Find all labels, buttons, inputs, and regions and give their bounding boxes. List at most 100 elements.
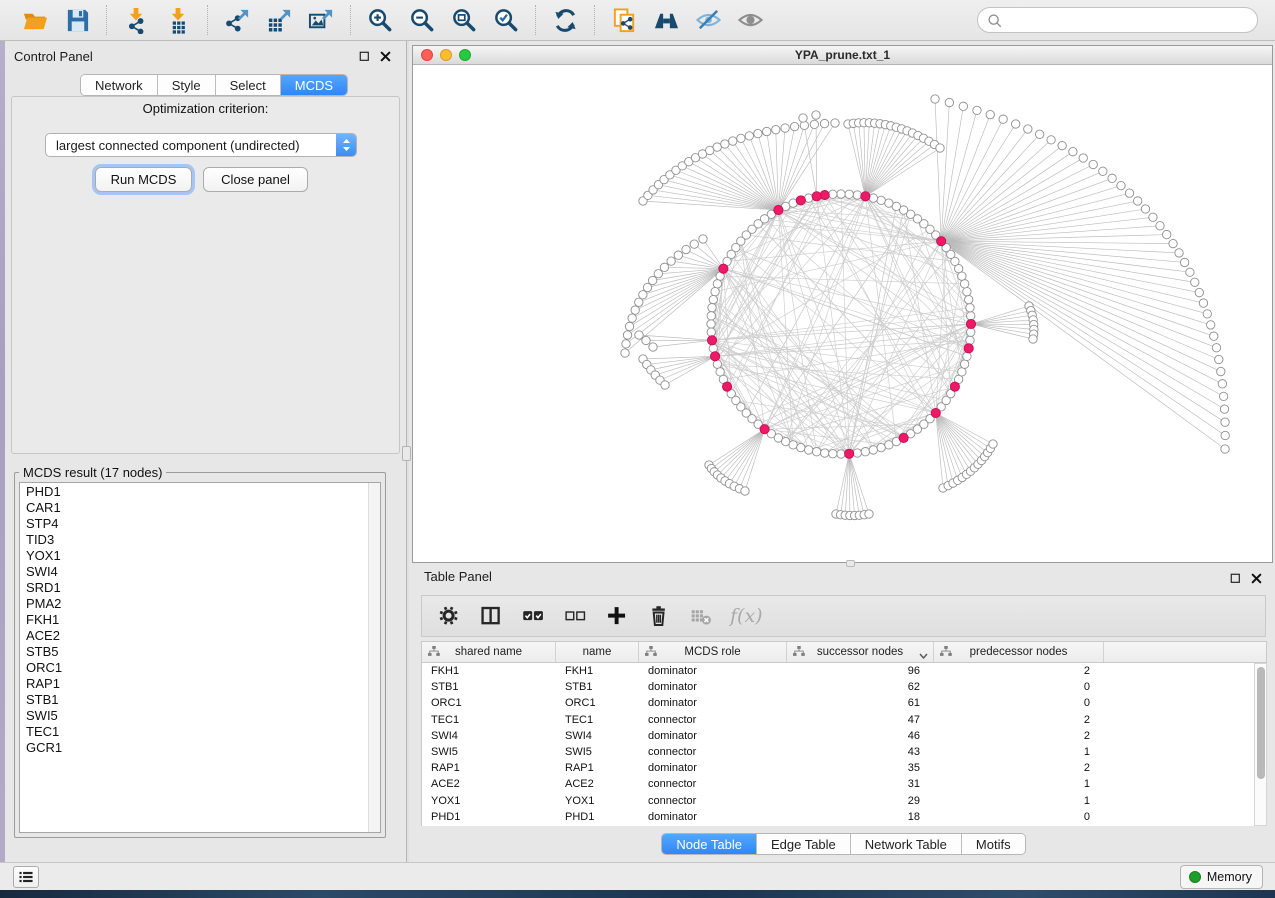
mcds-result-item[interactable]: SWI4 (20, 564, 368, 580)
tab-select[interactable]: Select (216, 75, 281, 95)
search-box[interactable] (977, 7, 1258, 33)
search-input[interactable] (1007, 13, 1257, 28)
refresh-icon[interactable] (548, 5, 582, 35)
select-all-icon[interactable] (518, 601, 548, 631)
mcds-result-item[interactable]: YOX1 (20, 548, 368, 564)
mcds-list-scrollbar[interactable] (368, 483, 380, 832)
close-table-panel-icon[interactable] (1250, 572, 1263, 585)
mcds-result-item[interactable]: RAP1 (20, 676, 368, 692)
open-icon[interactable] (18, 5, 52, 35)
memory-button[interactable]: Memory (1180, 865, 1263, 889)
duplicate-network-icon[interactable] (607, 5, 641, 35)
column-label: name (583, 646, 612, 658)
table-cell: 31 (787, 778, 934, 790)
tab-style[interactable]: Style (158, 75, 216, 95)
column-header-name[interactable]: name (556, 642, 639, 662)
table-tab-network-table[interactable]: Network Table (851, 834, 962, 854)
table-cell: 35 (787, 762, 934, 774)
mcds-result-item[interactable]: STB5 (20, 644, 368, 660)
table-row[interactable]: ORC1ORC1dominator610 (422, 695, 1254, 711)
table-scrollbar-thumb[interactable] (1257, 667, 1265, 779)
mcds-result-item[interactable]: ACE2 (20, 628, 368, 644)
zoom-selected-icon[interactable] (489, 5, 523, 35)
column-header-shared-name[interactable]: shared name (422, 642, 556, 662)
table-row[interactable]: TEC1TEC1connector472 (422, 712, 1254, 728)
table-row[interactable]: RAP1RAP1dominator352 (422, 760, 1254, 776)
horizontal-splitter-handle[interactable] (846, 560, 855, 567)
mcds-result-item[interactable]: CAR1 (20, 500, 368, 516)
table-row[interactable]: ACE2ACE2connector311 (422, 776, 1254, 792)
run-mcds-button[interactable]: Run MCDS (95, 167, 192, 192)
node-table[interactable]: FKH1FKH1dominator962STB1STB1dominator620… (421, 663, 1254, 826)
column-header-predecessor-nodes[interactable]: predecessor nodes (934, 642, 1104, 662)
add-column-icon[interactable] (602, 601, 632, 631)
network-canvas[interactable] (413, 65, 1272, 562)
table-cell: ORC1 (422, 697, 556, 709)
tab-mcds[interactable]: MCDS (281, 75, 347, 95)
table-row[interactable]: YOX1YOX1connector291 (422, 793, 1254, 809)
network-window-titlebar[interactable]: YPA_prune.txt_1 (413, 46, 1272, 65)
mcds-result-item[interactable]: SWI5 (20, 708, 368, 724)
zoom-in-icon[interactable] (363, 5, 397, 35)
export-image-icon[interactable] (304, 5, 338, 35)
function-builder-icon[interactable]: f(x) (728, 605, 763, 627)
memory-status-icon (1189, 871, 1201, 883)
close-panel-icon[interactable] (379, 50, 392, 63)
column-label: shared name (455, 646, 522, 658)
vertical-splitter-handle[interactable] (402, 446, 411, 461)
export-table-icon[interactable] (262, 5, 296, 35)
table-cell: dominator (639, 730, 787, 742)
mcds-result-list[interactable]: PHD1CAR1STP4TID3YOX1SWI4SRD1PMA2FKH1ACE2… (19, 482, 381, 833)
export-network-icon[interactable] (220, 5, 254, 35)
mcds-result-item[interactable]: ORC1 (20, 660, 368, 676)
table-tab-node-table[interactable]: Node Table (662, 834, 757, 854)
float-table-panel-icon[interactable] (1229, 572, 1242, 585)
tab-network[interactable]: Network (81, 75, 158, 95)
mcds-result-item[interactable]: SRD1 (20, 580, 368, 596)
mcds-result-item[interactable]: PHD1 (20, 484, 368, 500)
hide-selected-icon[interactable] (691, 5, 725, 35)
save-icon[interactable] (60, 5, 94, 35)
table-row[interactable]: SWI4SWI4dominator462 (422, 728, 1254, 744)
criterion-dropdown[interactable]: largest connected component (undirected) (45, 133, 357, 157)
table-header: shared name name MCDS role successor node… (421, 641, 1267, 663)
zoom-fit-icon[interactable] (447, 5, 481, 35)
table-cell: 1 (934, 778, 1104, 790)
table-tab-edge-table[interactable]: Edge Table (757, 834, 851, 854)
table-tab-motifs[interactable]: Motifs (962, 834, 1025, 854)
mcds-result-item[interactable]: TID3 (20, 532, 368, 548)
import-table-icon[interactable] (161, 5, 195, 35)
mcds-result-item[interactable]: PMA2 (20, 596, 368, 612)
zoom-out-icon[interactable] (405, 5, 439, 35)
float-panel-icon[interactable] (358, 50, 371, 63)
table-row[interactable]: SWI5SWI5connector431 (422, 744, 1254, 760)
columns-icon[interactable] (476, 601, 506, 631)
delete-column-icon[interactable] (644, 601, 674, 631)
close-panel-button[interactable]: Close panel (203, 167, 308, 192)
table-row[interactable]: PHD1PHD1dominator180 (422, 809, 1254, 825)
column-header-MCDS-role[interactable]: MCDS role (639, 642, 787, 662)
table-row[interactable]: STB1STB1dominator620 (422, 679, 1254, 695)
control-panel-title: Control Panel (14, 49, 93, 64)
mcds-result-item[interactable]: TEC1 (20, 724, 368, 740)
mcds-result-item[interactable]: GCR1 (20, 740, 368, 756)
show-all-icon[interactable] (733, 5, 767, 35)
column-header-successor-nodes[interactable]: successor nodes (787, 642, 934, 662)
table-cell: dominator (639, 681, 787, 693)
table-cell: dominator (639, 762, 787, 774)
mcds-result-item[interactable]: STB1 (20, 692, 368, 708)
table-panel: Table Panel f(x) shared namename MCDS ro… (412, 563, 1275, 862)
import-network-icon[interactable] (119, 5, 153, 35)
table-scrollbar[interactable] (1254, 663, 1267, 826)
desktop-edge-bottom (0, 890, 1275, 898)
table-cell: YOX1 (556, 795, 639, 807)
settings-icon[interactable] (434, 601, 464, 631)
table-row[interactable]: FKH1FKH1dominator962 (422, 663, 1254, 679)
delete-table-icon[interactable] (686, 601, 716, 631)
show-panels-button[interactable] (13, 866, 39, 888)
first-neighbors-icon[interactable] (649, 5, 683, 35)
table-cell: RAP1 (556, 762, 639, 774)
mcds-result-item[interactable]: STP4 (20, 516, 368, 532)
deselect-all-icon[interactable] (560, 601, 590, 631)
mcds-result-item[interactable]: FKH1 (20, 612, 368, 628)
